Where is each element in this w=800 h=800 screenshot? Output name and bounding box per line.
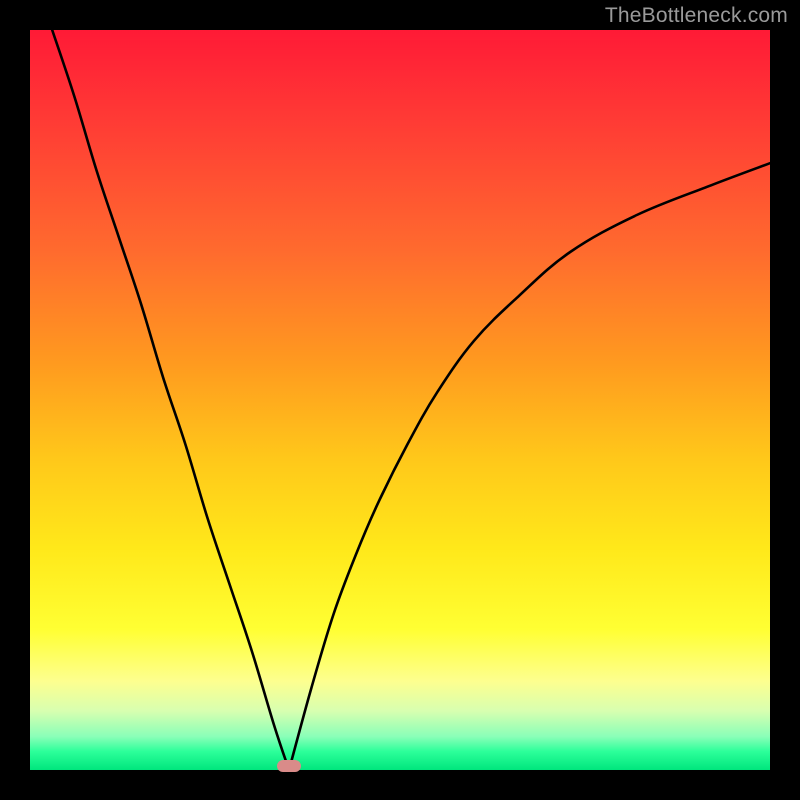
plot-area	[30, 30, 770, 770]
curve-left-branch	[52, 30, 289, 770]
curve-right-branch	[289, 163, 770, 770]
chart-frame: TheBottleneck.com	[0, 0, 800, 800]
watermark-text: TheBottleneck.com	[605, 4, 788, 28]
minimum-marker	[277, 760, 301, 772]
curve-svg	[30, 30, 770, 770]
